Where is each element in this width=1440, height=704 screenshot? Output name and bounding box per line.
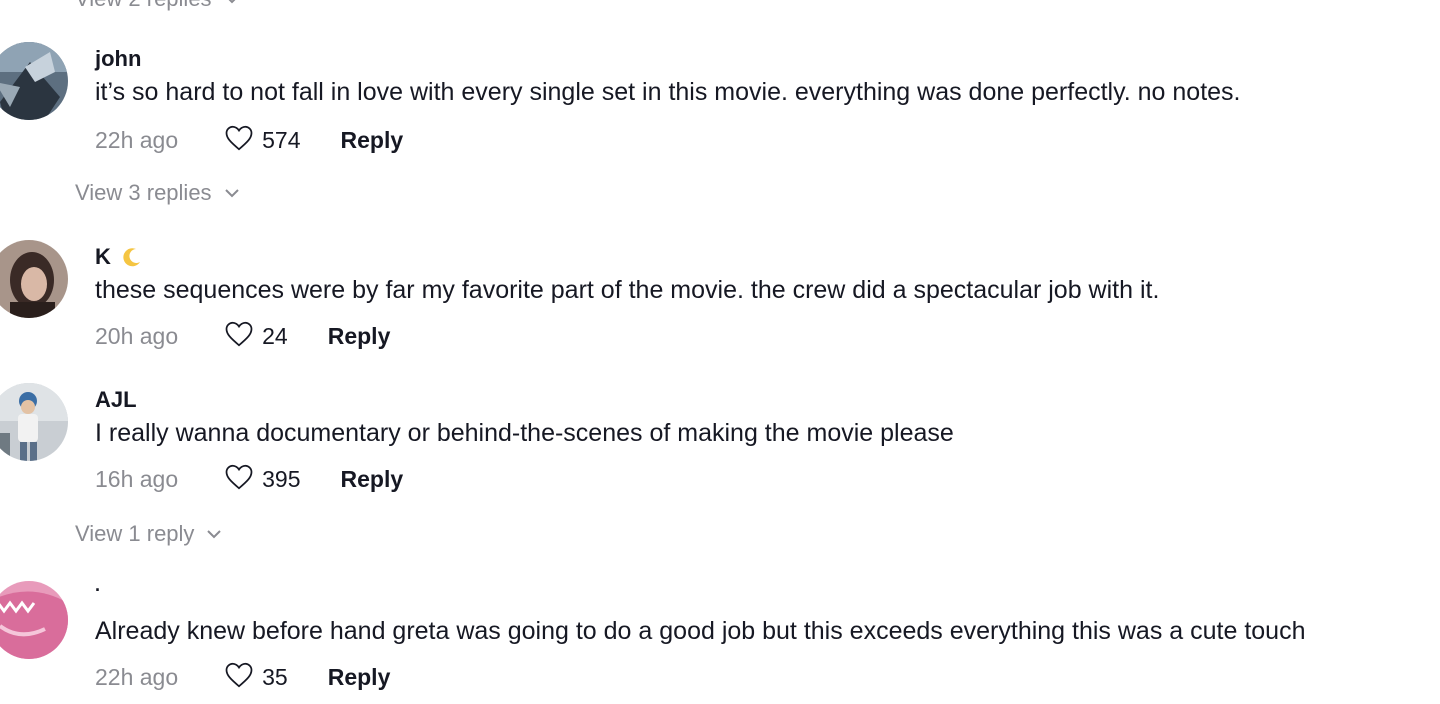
view-replies-toggle-top[interactable]: View 2 replies bbox=[75, 0, 240, 12]
comment-username[interactable]: AJL bbox=[95, 387, 137, 413]
comment-username[interactable]: john bbox=[95, 46, 141, 72]
reply-button[interactable]: Reply bbox=[328, 323, 391, 350]
comment-meta: 20h ago 24 Reply bbox=[95, 320, 390, 353]
heart-icon bbox=[224, 463, 254, 496]
like-button[interactable]: 24 bbox=[224, 320, 288, 353]
comment-meta: 16h ago 395 Reply bbox=[95, 463, 403, 496]
comment-text: these sequences were by far my favorite … bbox=[95, 276, 1160, 304]
comment-text: I really wanna documentary or behind-the… bbox=[95, 419, 954, 447]
like-count: 574 bbox=[262, 127, 301, 153]
comment-username[interactable]: K bbox=[95, 244, 143, 270]
comment-timestamp: 22h ago bbox=[95, 664, 179, 690]
view-replies-label: View 1 reply bbox=[75, 521, 195, 546]
reply-button[interactable]: Reply bbox=[341, 466, 404, 493]
heart-icon bbox=[224, 320, 254, 353]
reply-button[interactable]: Reply bbox=[328, 664, 391, 691]
comment-text: Already knew before hand greta was going… bbox=[95, 617, 1306, 645]
like-button[interactable]: 574 bbox=[224, 124, 301, 157]
heart-icon bbox=[224, 124, 254, 157]
like-count: 24 bbox=[262, 323, 288, 349]
avatar[interactable] bbox=[0, 581, 68, 659]
view-replies-toggle[interactable]: View 3 replies bbox=[75, 180, 240, 206]
comment-timestamp: 16h ago bbox=[95, 466, 179, 492]
crescent-moon-icon bbox=[121, 246, 143, 268]
comment-meta: 22h ago 35 Reply bbox=[95, 661, 390, 694]
comment-text: it’s so hard to not fall in love with ev… bbox=[95, 78, 1241, 106]
chevron-down-icon bbox=[206, 529, 222, 539]
avatar[interactable] bbox=[0, 383, 68, 461]
reply-button[interactable]: Reply bbox=[341, 127, 404, 154]
username-text: K bbox=[95, 244, 111, 269]
like-button[interactable]: 395 bbox=[224, 463, 301, 496]
avatar[interactable] bbox=[0, 240, 68, 318]
comments-panel: View 2 replies john it’s so hard to not … bbox=[0, 0, 1440, 704]
view-replies-label: View 3 replies bbox=[75, 180, 212, 205]
view-replies-toggle[interactable]: View 1 reply bbox=[75, 521, 222, 547]
avatar[interactable] bbox=[0, 42, 68, 120]
like-button[interactable]: 35 bbox=[224, 661, 288, 694]
comment-timestamp: 22h ago bbox=[95, 127, 179, 153]
like-count: 395 bbox=[262, 466, 301, 492]
like-count: 35 bbox=[262, 664, 288, 690]
comment-timestamp: 20h ago bbox=[95, 323, 179, 349]
view-replies-label: View 2 replies bbox=[75, 0, 212, 12]
comment-username[interactable]: . bbox=[95, 575, 100, 596]
chevron-down-icon bbox=[224, 188, 240, 198]
heart-icon bbox=[224, 661, 254, 694]
chevron-down-icon bbox=[224, 0, 240, 4]
comment-meta: 22h ago 574 Reply bbox=[95, 124, 403, 157]
